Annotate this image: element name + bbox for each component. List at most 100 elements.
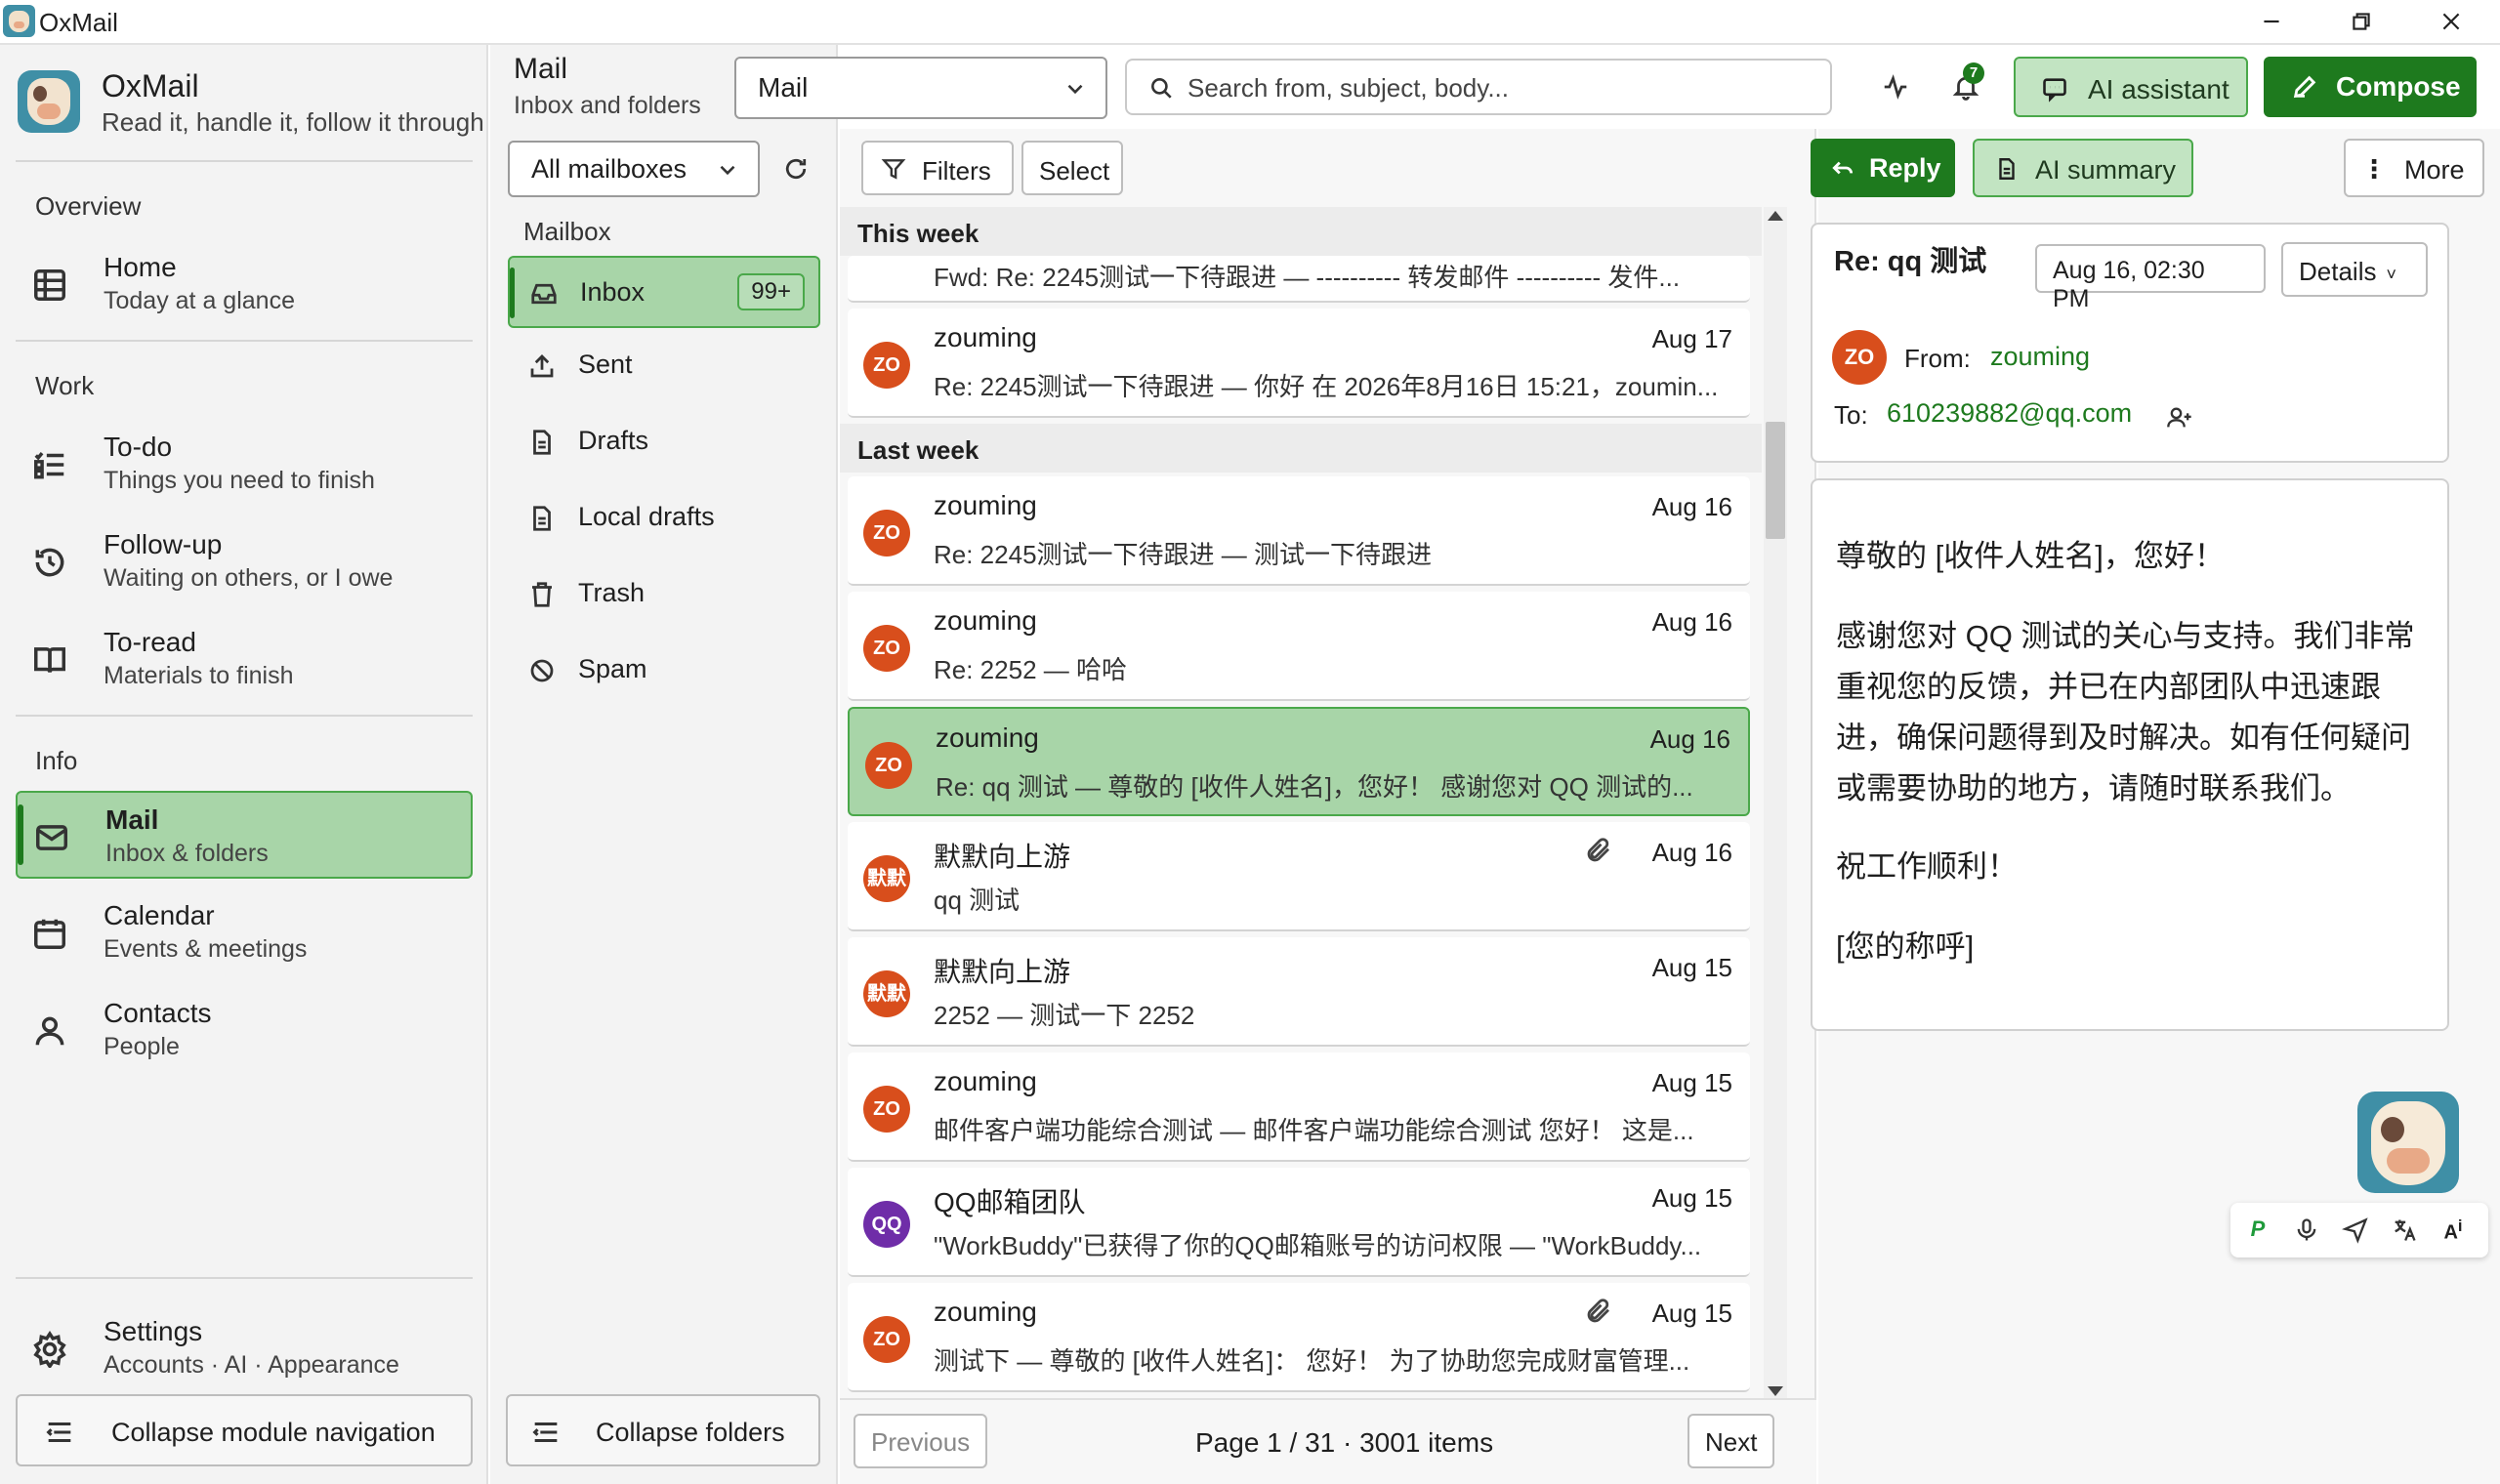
- nav-item-title: Calendar: [104, 900, 215, 930]
- nav-item-mail[interactable]: Mail Inbox & folders: [16, 791, 473, 879]
- list-item[interactable]: ZO zouming Aug 15 测试下 — 尊敬的 [收件人姓名]： 您好！…: [848, 1283, 1750, 1392]
- list-item[interactable]: QQ QQ邮箱团队 Aug 15 "WorkBuddy"已获得了你的QQ邮箱账号…: [848, 1168, 1750, 1277]
- mode-select[interactable]: Mail: [734, 57, 1107, 119]
- nav-item-subtitle: Today at a glance: [104, 287, 295, 314]
- send-icon[interactable]: [2341, 1216, 2369, 1244]
- folder-local-drafts[interactable]: Local drafts: [508, 482, 820, 555]
- select-button[interactable]: Select: [1021, 141, 1123, 195]
- message-list-scrollbar[interactable]: [1764, 207, 1787, 1400]
- ime-logo-icon[interactable]: P: [2244, 1216, 2271, 1244]
- nav-item-title: Contacts: [104, 998, 212, 1028]
- message-date: Aug 16: [1651, 838, 1732, 867]
- list-item[interactable]: Fwd: Re: 2245测试一下待跟进 — ---------- 转发邮件 -…: [848, 256, 1750, 303]
- folder-drafts[interactable]: Drafts: [508, 406, 820, 478]
- checklist-icon: [31, 446, 68, 483]
- body-paragraph: [您的称呼]: [1836, 929, 1975, 964]
- folder-label: Inbox: [580, 277, 646, 307]
- nav-item-calendar[interactable]: Calendar Events & meetings: [16, 888, 473, 976]
- details-button[interactable]: Details ˅: [2281, 242, 2428, 297]
- local-drafts-icon: [527, 504, 557, 533]
- list-item[interactable]: ZO zouming Aug 16 Re: 2245测试一下待跟进 — 测试一下…: [848, 476, 1750, 586]
- message-subject: Re: 2252 — 哈哈: [934, 655, 1127, 684]
- list-item[interactable]: 默默 默默向上游 Aug 16 qq 测试: [848, 822, 1750, 931]
- from-label: From:: [1904, 344, 1971, 373]
- more-button[interactable]: ⋮ More: [2344, 139, 2484, 197]
- restore-button[interactable]: [2316, 0, 2406, 43]
- search-icon: [1148, 75, 1174, 101]
- message-from: zouming: [936, 722, 1039, 753]
- avatar: 默默: [863, 855, 910, 902]
- to-label: To:: [1834, 400, 1868, 430]
- list-item-selected[interactable]: ZO zouming Aug 16 Re: qq 测试 — 尊敬的 [收件人姓名…: [848, 707, 1750, 816]
- title-bar: OxMail: [0, 0, 2500, 45]
- add-contact-icon[interactable]: [2166, 404, 2193, 432]
- folder-sent[interactable]: Sent: [508, 330, 820, 402]
- folder-spam[interactable]: Spam: [508, 635, 820, 707]
- page-title: Mail: [514, 53, 568, 85]
- list-item[interactable]: 默默 默默向上游 Aug 15 2252 — 测试一下 2252: [848, 937, 1750, 1047]
- ai-summary-label: AI summary: [2035, 155, 2177, 185]
- list-item[interactable]: ZO zouming Aug 16 Re: 2252 — 哈哈: [848, 592, 1750, 701]
- nav-item-contacts[interactable]: Contacts People: [16, 986, 473, 1074]
- book-icon: [31, 641, 68, 679]
- message-subject: 2252 — 测试一下 2252: [934, 1001, 1195, 1030]
- scroll-up-arrow-icon[interactable]: [1768, 211, 1783, 221]
- message-from: zouming: [934, 1297, 1037, 1327]
- ai-assistant-button[interactable]: AI assistant: [2014, 57, 2248, 117]
- sender-name[interactable]: zouming: [1990, 342, 2090, 372]
- drafts-icon: [527, 428, 557, 457]
- details-label: Details: [2299, 257, 2377, 286]
- scroll-down-arrow-icon[interactable]: [1768, 1386, 1783, 1396]
- nav-item-followup[interactable]: Follow-up Waiting on others, or I owe: [16, 517, 473, 605]
- list-item[interactable]: ZO zouming Aug 17 Re: 2245测试一下待跟进 — 你好 在…: [848, 309, 1750, 418]
- message-subject: Re: qq 测试 — 尊敬的 [收件人姓名]，您好！ 感谢您对 QQ 测试的.…: [936, 772, 1693, 802]
- ai-text-icon[interactable]: Ai: [2439, 1216, 2467, 1244]
- body-paragraph: 祝工作顺利！: [1836, 849, 2018, 884]
- nav-item-settings[interactable]: Settings Accounts · AI · Appearance: [16, 1304, 473, 1392]
- nav-item-home[interactable]: Home Today at a glance: [16, 240, 473, 328]
- microphone-icon[interactable]: [2293, 1216, 2320, 1244]
- app-logo-icon: [3, 5, 35, 37]
- scrollbar-thumb[interactable]: [1766, 422, 1785, 539]
- divider: [16, 340, 473, 342]
- gear-icon: [31, 1331, 68, 1370]
- person-icon: [31, 1012, 68, 1050]
- message-from: zouming: [934, 322, 1037, 352]
- nav-item-title: Settings: [104, 1316, 203, 1346]
- close-button[interactable]: [2406, 0, 2496, 43]
- minimize-button[interactable]: [2227, 0, 2316, 43]
- refresh-button[interactable]: [771, 144, 820, 193]
- folder-trash[interactable]: Trash: [508, 558, 820, 631]
- reply-button[interactable]: Reply: [1811, 139, 1955, 197]
- nav-item-subtitle: Accounts · AI · Appearance: [104, 1351, 399, 1379]
- nav-item-title: To-do: [104, 432, 173, 462]
- avatar: ZO: [863, 342, 910, 389]
- list-item[interactable]: ZO zouming Aug 15 邮件客户端功能综合测试 — 邮件客户端功能综…: [848, 1052, 1750, 1162]
- collapse-module-navigation-button[interactable]: Collapse module navigation: [16, 1394, 473, 1466]
- folder-label: Sent: [578, 350, 633, 379]
- mailbox-select[interactable]: All mailboxes: [508, 141, 760, 197]
- filters-button[interactable]: Filters: [861, 141, 1014, 195]
- folder-inbox[interactable]: Inbox 99+: [508, 256, 820, 328]
- previous-page-button[interactable]: Previous: [854, 1414, 988, 1468]
- translate-icon[interactable]: [2391, 1216, 2418, 1244]
- message-subject: Re: 2245测试一下待跟进 — 测试一下待跟进: [934, 540, 1432, 569]
- compose-button[interactable]: Compose: [2264, 57, 2477, 117]
- nav-item-todo[interactable]: To-do Things you need to finish: [16, 420, 473, 508]
- activity-button[interactable]: [1871, 62, 1920, 111]
- collapse-folders-button[interactable]: Collapse folders: [506, 1394, 820, 1466]
- nav-item-title: Mail: [105, 804, 159, 835]
- next-page-button[interactable]: Next: [1688, 1414, 1775, 1468]
- section-label-work: Work: [35, 371, 95, 400]
- search-box[interactable]: [1125, 59, 1832, 115]
- notification-badge: 7: [1963, 62, 1984, 84]
- ai-summary-button[interactable]: AI summary: [1973, 139, 2193, 197]
- recipient-address[interactable]: 610239882@qq.com: [1887, 398, 2132, 429]
- search-input[interactable]: [1188, 70, 1812, 105]
- chat-icon: [2041, 75, 2068, 103]
- assistant-mascot-icon[interactable]: [2357, 1092, 2459, 1193]
- divider: [16, 715, 473, 717]
- message-date: Aug 16: [1651, 492, 1732, 521]
- nav-item-toread[interactable]: To-read Materials to finish: [16, 615, 473, 703]
- message-date: Aug 16: [1651, 607, 1732, 637]
